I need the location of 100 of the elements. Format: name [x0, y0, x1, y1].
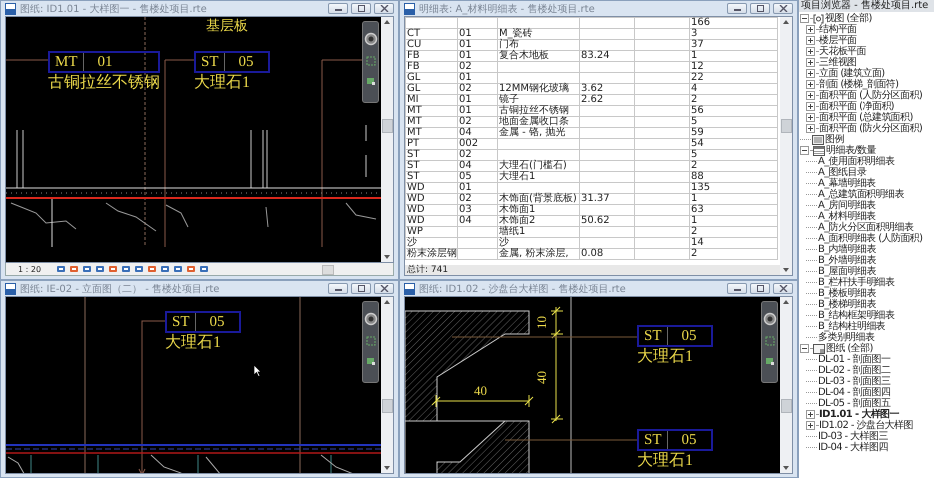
- scroll-down-arrow-icon[interactable]: [384, 255, 390, 259]
- tree-item[interactable]: DL-05 - 剖面图五: [818, 398, 890, 409]
- zoom-region-icon[interactable]: [764, 356, 774, 366]
- scrollbar-thumb[interactable]: [780, 399, 792, 413]
- expand-toggle[interactable]: [806, 102, 815, 111]
- zoom-icon[interactable]: [366, 336, 376, 346]
- zoom-region-icon[interactable]: [366, 356, 376, 366]
- steering-wheel-icon[interactable]: [762, 312, 776, 326]
- expand-toggle[interactable]: [800, 344, 809, 353]
- close-button[interactable]: [773, 283, 793, 294]
- table-cell: 04: [459, 215, 472, 226]
- zoom-region-icon[interactable]: [366, 76, 376, 86]
- expand-toggle[interactable]: [806, 25, 815, 34]
- tree-item[interactable]: 图例: [825, 134, 844, 145]
- tree-item[interactable]: ID1.02 - 沙盘台大样图: [819, 420, 913, 431]
- tree-item[interactable]: A_面积明细表 (人防面积): [818, 233, 922, 244]
- tree-item[interactable]: ID-03 - 大样图三: [818, 431, 888, 442]
- table-cell: 166: [691, 17, 710, 28]
- tree-item[interactable]: 面积平面 (总建筑面积): [819, 112, 913, 123]
- tree-item[interactable]: 楼层平面: [819, 35, 857, 46]
- tree-item[interactable]: B_结构柱明细表: [818, 321, 886, 332]
- expand-toggle[interactable]: [806, 113, 815, 122]
- steering-wheel-icon[interactable]: [364, 312, 378, 326]
- tree-item[interactable]: 剖面 (楼梯_剖面符): [819, 79, 898, 90]
- expand-toggle[interactable]: [806, 36, 815, 45]
- close-button[interactable]: [374, 3, 394, 14]
- minimize-button[interactable]: [727, 283, 747, 294]
- table-cell: 大理石1: [499, 171, 536, 182]
- navigation-bar[interactable]: [362, 301, 379, 383]
- expand-toggle[interactable]: [806, 58, 815, 67]
- minimize-button[interactable]: [727, 3, 747, 14]
- tree-item[interactable]: A_材料明细表: [818, 211, 876, 222]
- expand-toggle[interactable]: [800, 146, 809, 155]
- tree-item[interactable]: DL-01 - 剖面图一: [818, 354, 890, 365]
- tree-item[interactable]: B_屋面明细表: [818, 266, 876, 277]
- close-button[interactable]: [374, 283, 394, 294]
- scrollbar-thumb[interactable]: [382, 399, 392, 413]
- expand-toggle[interactable]: [806, 410, 815, 419]
- tree-item[interactable]: 三维视图: [819, 57, 857, 68]
- tree-item[interactable]: A_幕墙明细表: [818, 178, 876, 189]
- tree-item[interactable]: DL-02 - 剖面图二: [818, 365, 890, 376]
- tree-item[interactable]: 视图 (全部): [825, 13, 872, 24]
- vertical-scrollbar[interactable]: [780, 17, 792, 275]
- scroll-down-arrow-icon[interactable]: [783, 466, 789, 470]
- expand-toggle[interactable]: [806, 47, 815, 56]
- tree-item[interactable]: B_栏杆扶手明细表: [818, 277, 894, 288]
- scrollbar-thumb[interactable]: [382, 119, 392, 133]
- minimize-button[interactable]: [328, 283, 348, 294]
- tree-item[interactable]: ID-04 - 大样图四: [818, 442, 888, 453]
- tree-item[interactable]: B_楼梯明细表: [818, 299, 876, 310]
- vertical-scrollbar[interactable]: [780, 297, 792, 473]
- tree-item[interactable]: 多类别明细表: [818, 332, 874, 343]
- expand-toggle[interactable]: [806, 124, 815, 133]
- tree-item[interactable]: DL-04 - 剖面图四: [818, 387, 890, 398]
- restore-button[interactable]: [750, 283, 770, 294]
- navigation-bar[interactable]: [761, 301, 778, 383]
- scroll-up-arrow-icon[interactable]: [384, 300, 390, 304]
- tree-item[interactable]: 立面 (建筑立面): [819, 68, 885, 79]
- tree-item[interactable]: A_使用面积明细表: [818, 156, 894, 167]
- tree-item[interactable]: 面积平面 (净面积): [819, 101, 894, 112]
- tree-item[interactable]: A_房间明细表: [818, 200, 876, 211]
- vertical-scrollbar[interactable]: [381, 17, 393, 262]
- restore-button[interactable]: [351, 283, 371, 294]
- close-button[interactable]: [773, 3, 793, 14]
- navigation-bar[interactable]: [362, 21, 379, 103]
- expand-toggle[interactable]: [800, 14, 809, 23]
- minimize-button[interactable]: [328, 3, 348, 14]
- scroll-up-arrow-icon[interactable]: [384, 20, 390, 24]
- zoom-icon[interactable]: [366, 56, 376, 66]
- expand-toggle[interactable]: [806, 421, 815, 430]
- scroll-down-arrow-icon[interactable]: [384, 466, 390, 470]
- tree-item[interactable]: 图纸 (全部): [826, 343, 873, 354]
- zoom-icon[interactable]: [764, 336, 774, 346]
- scroll-up-arrow-icon[interactable]: [783, 300, 789, 304]
- tree-item[interactable]: A_防火分区面积明细表: [818, 222, 914, 233]
- tree-item[interactable]: DL-03 - 剖面图三: [818, 376, 890, 387]
- tree-item[interactable]: 天花板平面: [819, 46, 866, 57]
- tree-item[interactable]: A_图纸目录: [818, 167, 866, 178]
- tree-item[interactable]: B_外墙明细表: [818, 255, 876, 266]
- restore-button[interactable]: [351, 3, 371, 14]
- tree-item[interactable]: B_结构框架明细表: [818, 310, 894, 321]
- vertical-scrollbar[interactable]: [381, 297, 393, 473]
- tree-item[interactable]: B_楼板明细表: [818, 288, 876, 299]
- tree-item[interactable]: ID1.01 - 大样图一: [819, 409, 900, 420]
- tree-item[interactable]: B_内墙明细表: [818, 244, 876, 255]
- tree-item[interactable]: 面积平面 (人防分区面积): [819, 90, 922, 101]
- scale-label[interactable]: 1 : 20: [6, 264, 54, 274]
- scrollbar-thumb[interactable]: [780, 119, 792, 133]
- scroll-down-arrow-icon[interactable]: [783, 268, 789, 272]
- tree-item[interactable]: A_总建筑面积明细表: [818, 189, 904, 200]
- expand-toggle[interactable]: [806, 91, 815, 100]
- steering-wheel-icon[interactable]: [364, 32, 378, 46]
- expand-toggle[interactable]: [806, 80, 815, 89]
- scroll-up-arrow-icon[interactable]: [783, 20, 789, 24]
- tree-item[interactable]: 面积平面 (防火分区面积): [819, 123, 922, 134]
- tree-item[interactable]: 结构平面: [819, 24, 857, 35]
- tree-item[interactable]: 明细表/数量: [826, 145, 876, 156]
- expand-toggle[interactable]: [806, 69, 815, 78]
- restore-button[interactable]: [750, 3, 770, 14]
- table-cell: PT: [407, 138, 420, 149]
